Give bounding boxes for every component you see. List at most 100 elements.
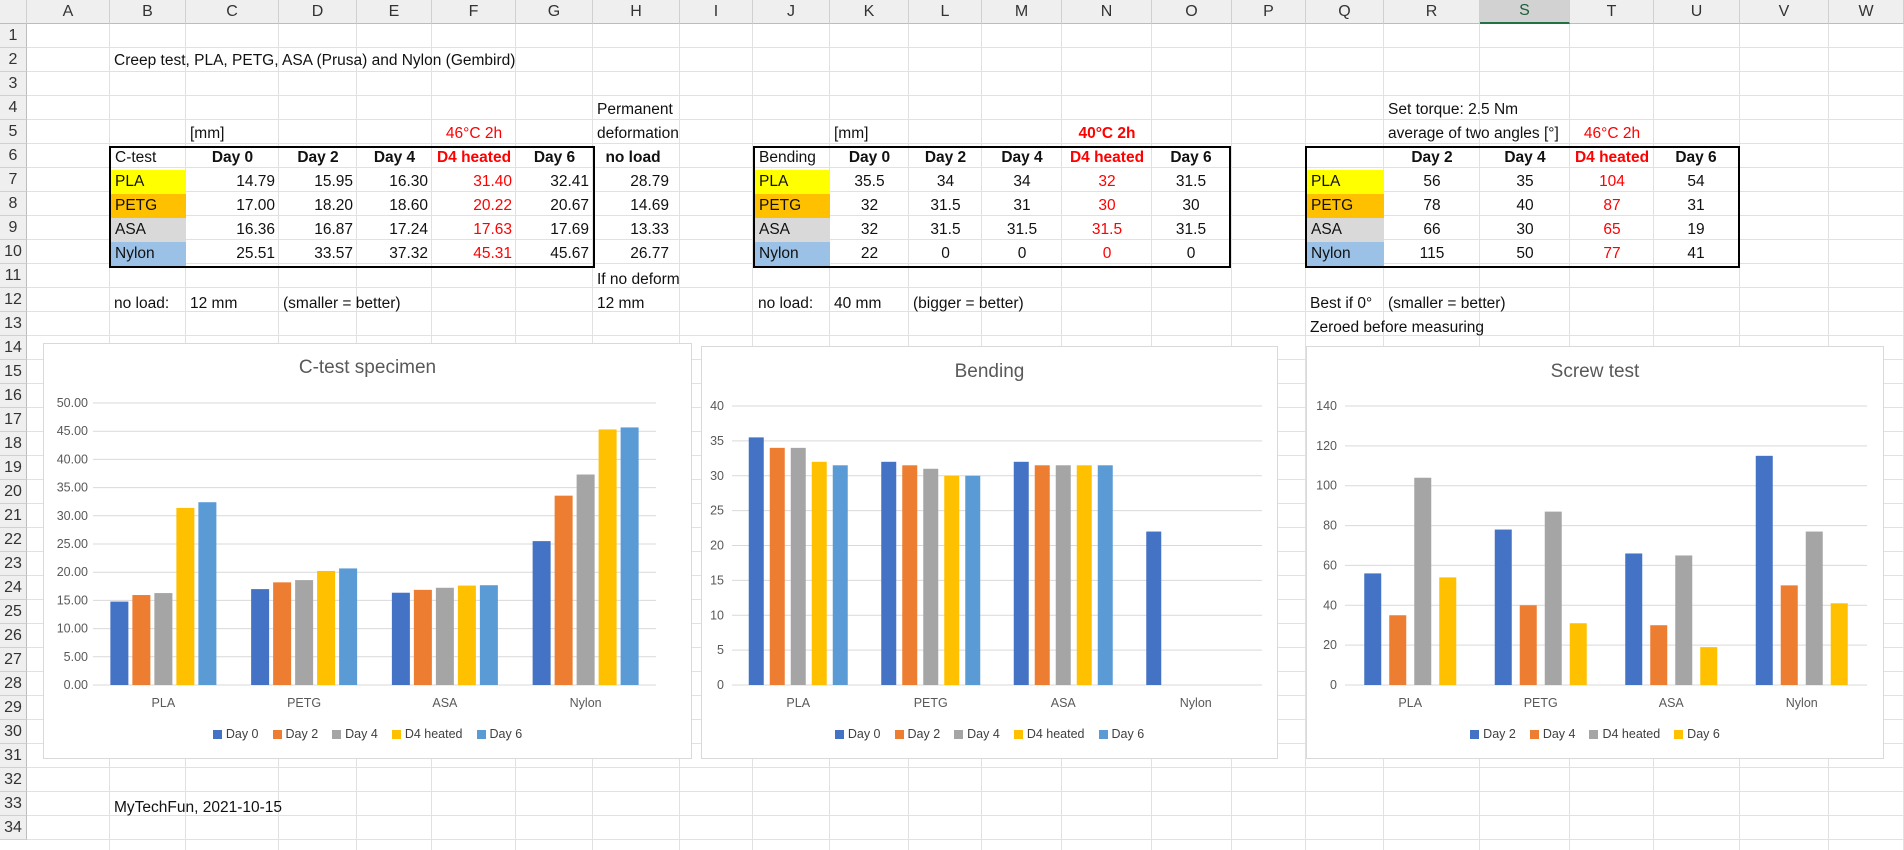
legend-item[interactable]: Day 2: [894, 727, 940, 741]
legend-item[interactable]: Day 4: [1529, 727, 1575, 741]
bar[interactable]: [1700, 647, 1718, 685]
row-header[interactable]: 11: [0, 264, 27, 288]
row-header[interactable]: 28: [0, 672, 27, 696]
bar[interactable]: [413, 589, 432, 685]
bar[interactable]: [1805, 531, 1823, 685]
bar[interactable]: [532, 541, 551, 685]
row-header[interactable]: 16: [0, 384, 27, 408]
row-header[interactable]: 24: [0, 576, 27, 600]
row-header[interactable]: 29: [0, 696, 27, 720]
row-header[interactable]: 26: [0, 624, 27, 648]
bar[interactable]: [1364, 573, 1382, 685]
column-header[interactable]: T: [1570, 0, 1654, 24]
row-header[interactable]: 17: [0, 408, 27, 432]
bar[interactable]: [132, 595, 151, 685]
row-header[interactable]: 13: [0, 312, 27, 336]
bar[interactable]: [317, 570, 336, 685]
column-header[interactable]: B: [110, 0, 186, 24]
legend-item[interactable]: Day 4: [332, 727, 378, 741]
column-header[interactable]: W: [1829, 0, 1904, 24]
row-header[interactable]: 9: [0, 216, 27, 240]
legend-item[interactable]: D4 heated: [391, 727, 463, 741]
row-header[interactable]: 20: [0, 480, 27, 504]
bar[interactable]: [251, 589, 270, 685]
legend-item[interactable]: Day 0: [212, 727, 259, 741]
column-header[interactable]: C: [186, 0, 279, 24]
row-header[interactable]: 15: [0, 360, 27, 384]
column-header[interactable]: H: [593, 0, 680, 24]
row-header[interactable]: 7: [0, 168, 27, 192]
bar[interactable]: [154, 593, 173, 685]
column-header[interactable]: K: [830, 0, 909, 24]
column-header[interactable]: R: [1384, 0, 1480, 24]
column-header[interactable]: I: [680, 0, 753, 24]
bar[interactable]: [902, 465, 918, 685]
legend-item[interactable]: Day 6: [1674, 727, 1720, 741]
bar[interactable]: [1830, 603, 1848, 685]
bar[interactable]: [811, 461, 827, 685]
bar[interactable]: [1055, 465, 1071, 685]
legend-item[interactable]: D4 heated: [1013, 727, 1085, 741]
column-header[interactable]: G: [516, 0, 593, 24]
bar[interactable]: [769, 447, 785, 685]
row-header[interactable]: 33: [0, 792, 27, 816]
bar[interactable]: [620, 427, 639, 685]
bar[interactable]: [1146, 531, 1162, 685]
legend-item[interactable]: Day 4: [954, 727, 1000, 741]
bar[interactable]: [1780, 585, 1798, 685]
bar[interactable]: [1675, 555, 1693, 685]
bar[interactable]: [1013, 461, 1029, 685]
row-header[interactable]: 23: [0, 552, 27, 576]
bar[interactable]: [748, 437, 764, 685]
row-header[interactable]: 2: [0, 48, 27, 72]
bar[interactable]: [1414, 477, 1432, 685]
legend-item[interactable]: Day 2: [1470, 727, 1516, 741]
bar[interactable]: [790, 447, 806, 685]
bending-chart[interactable]: Bending 0 5 10 15 20 25 30 35 40 PLA PETG ASA Nylon …: [701, 346, 1278, 759]
bar[interactable]: [944, 475, 960, 685]
column-header[interactable]: O: [1152, 0, 1232, 24]
column-header[interactable]: N: [1062, 0, 1152, 24]
bar[interactable]: [1439, 577, 1457, 685]
bar[interactable]: [1494, 529, 1512, 685]
ctest-chart[interactable]: C-test specimen 0.00 5.00 10.00 15.00 20.00 2…: [43, 343, 692, 759]
bar[interactable]: [881, 461, 897, 685]
bar[interactable]: [273, 582, 292, 685]
bar[interactable]: [832, 465, 848, 685]
bar[interactable]: [554, 495, 573, 685]
bar[interactable]: [198, 502, 217, 685]
column-header[interactable]: M: [982, 0, 1062, 24]
column-header[interactable]: L: [909, 0, 982, 24]
legend-item[interactable]: Day 6: [476, 727, 522, 741]
bar[interactable]: [1625, 553, 1643, 685]
bar[interactable]: [1650, 625, 1668, 685]
legend-item[interactable]: D4 heated: [1589, 727, 1660, 741]
column-header[interactable]: A: [27, 0, 110, 24]
column-header[interactable]: D: [279, 0, 357, 24]
row-header[interactable]: 1: [0, 24, 27, 48]
column-header[interactable]: P: [1232, 0, 1306, 24]
row-header[interactable]: 22: [0, 528, 27, 552]
column-header[interactable]: Q: [1306, 0, 1384, 24]
bar[interactable]: [435, 587, 454, 685]
row-header[interactable]: 10: [0, 240, 27, 264]
row-header[interactable]: 19: [0, 456, 27, 480]
row-header[interactable]: 30: [0, 720, 27, 744]
row-header[interactable]: 4: [0, 96, 27, 120]
select-all-corner[interactable]: [0, 0, 27, 24]
bar[interactable]: [339, 568, 358, 685]
bar[interactable]: [1544, 511, 1562, 685]
row-header[interactable]: 14: [0, 336, 27, 360]
bar[interactable]: [110, 601, 129, 685]
row-header[interactable]: 27: [0, 648, 27, 672]
row-header[interactable]: 34: [0, 816, 27, 840]
bar[interactable]: [1569, 623, 1587, 685]
row-header[interactable]: 31: [0, 744, 27, 768]
bar[interactable]: [295, 580, 314, 685]
row-header[interactable]: 12: [0, 288, 27, 312]
row-header[interactable]: 3: [0, 72, 27, 96]
bar[interactable]: [391, 592, 410, 685]
screw-chart[interactable]: Screw test 0 20 40 60 80 100 120 140 PLA PETG ASA N…: [1306, 346, 1884, 759]
bar[interactable]: [176, 507, 195, 685]
bar[interactable]: [965, 475, 981, 685]
